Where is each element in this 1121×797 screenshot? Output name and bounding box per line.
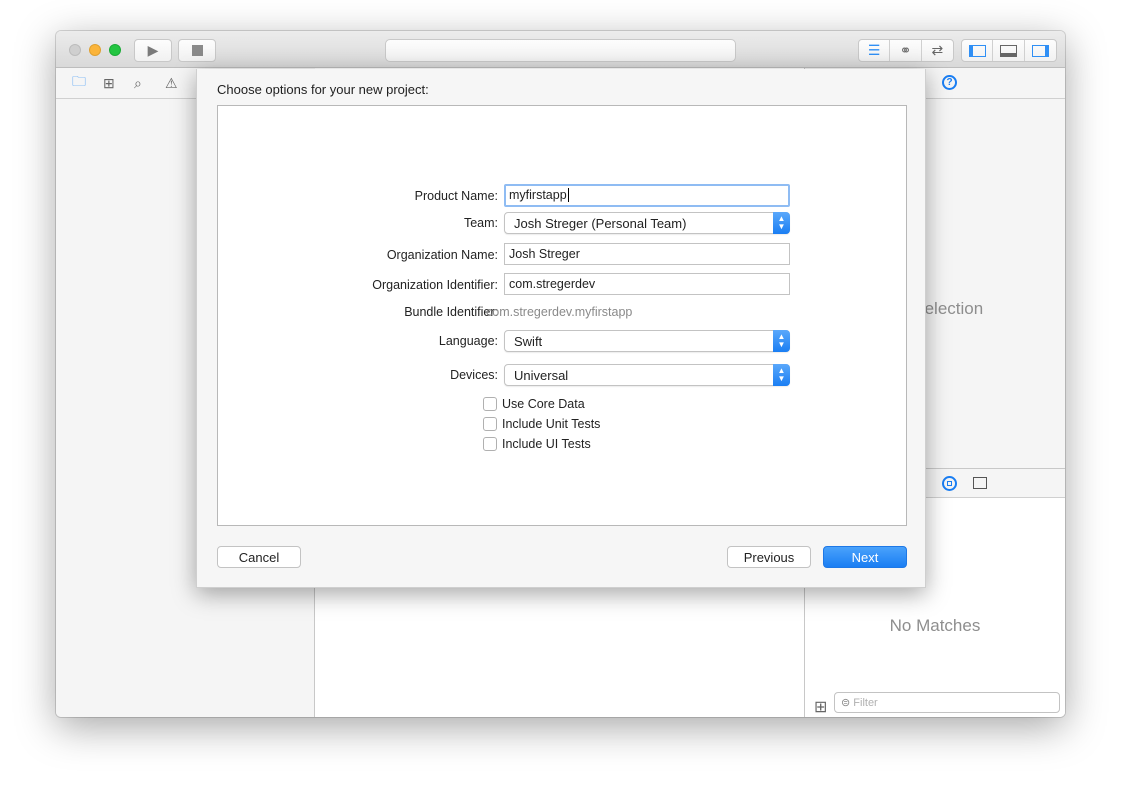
include-ui-tests-checkbox[interactable]: Include UI Tests	[483, 437, 591, 451]
view-toggle-segment	[961, 39, 1057, 62]
object-library-icon[interactable]	[942, 476, 957, 491]
chevron-updown-icon: ▲ ▼	[773, 330, 790, 352]
checkbox-label: Include UI Tests	[502, 437, 591, 451]
devices-select[interactable]: Universal ▲ ▼	[504, 364, 790, 386]
checkbox-box[interactable]	[483, 417, 497, 431]
help-icon[interactable]: ?	[942, 75, 957, 90]
product-name-label: Product Name:	[414, 189, 498, 203]
no-matches-text: No Matches	[889, 616, 981, 635]
organization-identifier-input[interactable]: com.stregerdev	[504, 273, 790, 295]
hierarchy-icon[interactable]: ⊞	[103, 75, 134, 92]
checkbox-label: Include Unit Tests	[502, 417, 601, 431]
product-name-input[interactable]: myfirstapp	[504, 184, 790, 207]
chevron-updown-icon: ▲ ▼	[773, 212, 790, 234]
search-icon[interactable]: ⌕	[134, 75, 165, 92]
assistant-editor-icon[interactable]: ⚭	[890, 40, 922, 61]
filter-input[interactable]: ⊜ Filter	[834, 692, 1060, 713]
grid-view-icon[interactable]: ⊞	[814, 697, 827, 717]
devices-label: Devices:	[450, 368, 498, 382]
bundle-identifier-value: com.stregerdev.myfirstapp	[486, 305, 633, 319]
devices-value: Universal	[514, 368, 569, 383]
dialog-title: Choose options for your new project:	[217, 82, 429, 97]
options-panel: Product Name: myfirstapp Team: Josh Stre…	[217, 105, 907, 526]
warning-icon[interactable]: ⚠	[165, 75, 196, 92]
use-core-data-checkbox[interactable]: Use Core Data	[483, 397, 585, 411]
standard-editor-icon[interactable]: ☰	[859, 40, 891, 61]
filter-icon: ⊜	[841, 697, 851, 709]
product-name-value: myfirstapp	[509, 188, 567, 202]
media-library-icon[interactable]	[973, 477, 987, 489]
cancel-button[interactable]: Cancel	[217, 546, 301, 568]
bundle-identifier-label: Bundle Identifier:	[404, 305, 498, 319]
previous-button[interactable]: Previous	[727, 546, 811, 568]
stop-icon	[191, 45, 203, 56]
debug-area-toggle-icon[interactable]	[993, 40, 1025, 61]
stop-button[interactable]	[178, 39, 216, 62]
include-unit-tests-checkbox[interactable]: Include Unit Tests	[483, 417, 600, 431]
utilities-toggle-icon[interactable]	[1025, 40, 1056, 61]
team-label: Team:	[463, 216, 498, 230]
activity-view	[385, 39, 736, 62]
team-select[interactable]: Josh Streger (Personal Team) ▲ ▼	[504, 212, 790, 234]
toolbar: ▶ ☰ ⚭ ⇄	[56, 31, 1065, 68]
language-select[interactable]: Swift ▲ ▼	[504, 330, 790, 352]
checkbox-box[interactable]	[483, 397, 497, 411]
language-label: Language:	[438, 334, 498, 348]
navigator-toggle-icon[interactable]	[962, 40, 994, 61]
filter-placeholder: Filter	[853, 697, 878, 709]
folder-icon[interactable]: 🗀	[72, 71, 103, 95]
version-editor-icon[interactable]: ⇄	[922, 40, 953, 61]
organization-identifier-label: Organization Identifier:	[372, 278, 498, 292]
next-button[interactable]: Next	[823, 546, 907, 568]
editor-mode-segment: ☰ ⚭ ⇄	[858, 39, 954, 62]
team-value: Josh Streger (Personal Team)	[514, 216, 687, 231]
checkbox-label: Use Core Data	[502, 397, 585, 411]
play-icon: ▶	[147, 42, 159, 58]
close-window-button[interactable]	[69, 44, 81, 56]
organization-name-label: Organization Name:	[386, 248, 498, 262]
new-project-dialog: Choose options for your new project: Pro…	[196, 69, 926, 588]
run-button[interactable]: ▶	[134, 39, 172, 62]
organization-name-input[interactable]: Josh Streger	[504, 243, 790, 265]
chevron-updown-icon: ▲ ▼	[773, 364, 790, 386]
zoom-window-button[interactable]	[109, 44, 121, 56]
checkbox-box[interactable]	[483, 437, 497, 451]
language-value: Swift	[514, 334, 543, 349]
minimize-window-button[interactable]	[89, 44, 101, 56]
